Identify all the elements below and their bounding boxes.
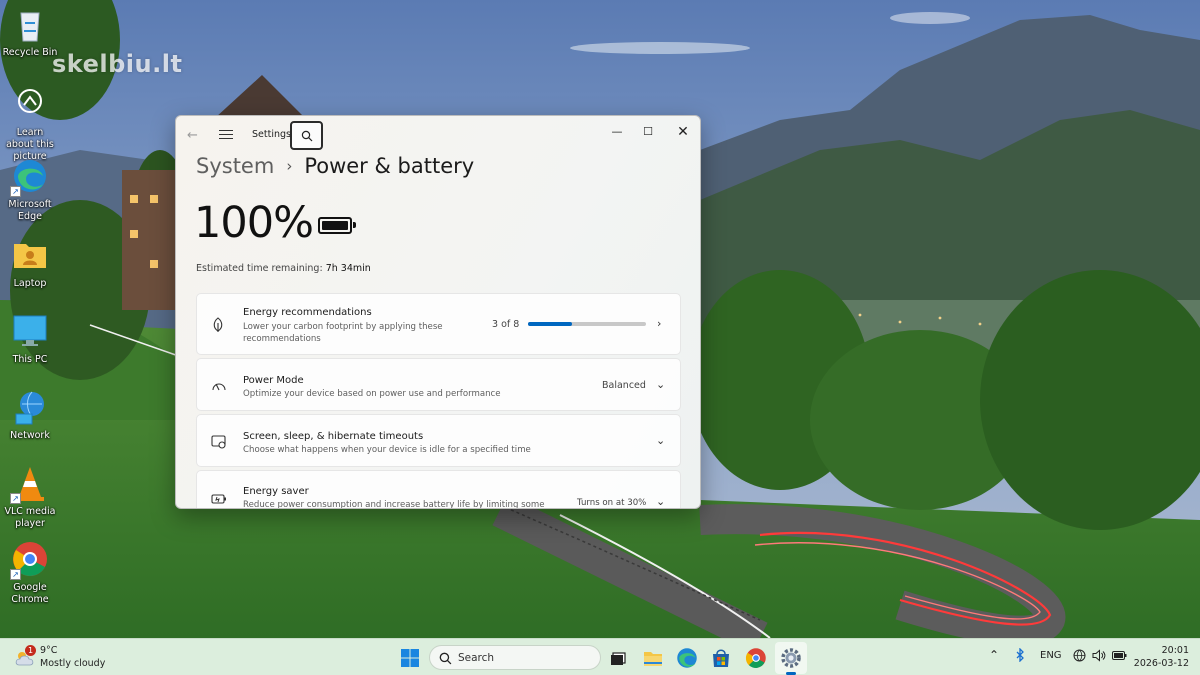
- card-subtitle: Choose what happens when your device is …: [243, 445, 531, 455]
- desktop-icon-label: Google Chrome: [11, 582, 49, 605]
- tray-overflow-chevron-icon[interactable]: ⌃: [989, 648, 999, 662]
- page-title: Power & battery: [304, 154, 475, 178]
- file-explorer-button[interactable]: [640, 645, 666, 671]
- edge-icon: ↗: [10, 157, 50, 197]
- breadcrumb-system[interactable]: System: [196, 154, 274, 178]
- weather-temperature: 9°C: [40, 645, 58, 656]
- clock[interactable]: 20:01 2026-03-12: [1133, 644, 1189, 670]
- chevron-down-icon[interactable]: ⌄: [656, 495, 665, 508]
- chevron-right-icon: ›: [657, 317, 662, 330]
- start-button[interactable]: [397, 645, 423, 671]
- desktop-icon-label: Network: [10, 430, 50, 441]
- microsoft-store-icon: [713, 649, 729, 667]
- desktop-icon-laptop[interactable]: Laptop: [2, 236, 58, 290]
- battery-tray-icon[interactable]: [1112, 651, 1127, 663]
- watermark-text: skelbiu.lt: [52, 50, 183, 78]
- search-placeholder: Search: [458, 652, 495, 664]
- bluetooth-icon[interactable]: [1015, 647, 1025, 665]
- task-view-button[interactable]: [606, 645, 632, 671]
- energy-saver-icon: [211, 494, 226, 504]
- desktop-icon-label: This PC: [12, 354, 48, 365]
- desktop-icon-vlc[interactable]: ↗ VLC media player: [2, 464, 58, 530]
- camera-info-icon: [10, 85, 50, 125]
- chrome-icon: ↗: [10, 540, 50, 580]
- monitor-icon: [10, 312, 50, 352]
- recommendations-progress: [528, 322, 646, 326]
- clock-time: 20:01: [1161, 645, 1189, 656]
- network-globe-icon[interactable]: [1073, 649, 1086, 665]
- network-icon: [10, 388, 50, 428]
- microsoft-store-button[interactable]: [708, 645, 734, 671]
- user-folder-icon: [10, 236, 50, 276]
- desktop-icon-this-pc[interactable]: This PC: [2, 312, 58, 366]
- weather-widget[interactable]: 1 9°C Mostly cloudy: [12, 644, 122, 672]
- back-arrow-icon[interactable]: ←: [187, 128, 198, 143]
- power-mode-icon: [212, 383, 226, 391]
- card-power-mode[interactable]: Power Mode Optimize your device based on…: [196, 358, 681, 411]
- clock-date: 2026-03-12: [1133, 658, 1189, 669]
- title-bar[interactable]: ← Settings — ☐ ✕: [176, 116, 700, 154]
- time-remaining-label: Estimated time remaining:: [196, 263, 323, 274]
- desktop-icon-chrome[interactable]: ↗ Google Chrome: [2, 540, 58, 606]
- close-button[interactable]: ✕: [666, 122, 700, 142]
- hamburger-menu-icon[interactable]: [219, 127, 233, 141]
- recommendations-count: 3 of 8: [492, 319, 520, 330]
- card-energy-saver[interactable]: Energy saver Reduce power consumption an…: [196, 470, 681, 509]
- search-button[interactable]: [290, 121, 323, 150]
- chevron-right-icon: ›: [286, 157, 293, 175]
- card-subtitle: Reduce power consumption and increase ba…: [243, 500, 545, 509]
- chrome-icon: [745, 648, 766, 668]
- card-screen-sleep-timeouts[interactable]: Screen, sleep, & hibernate timeouts Choo…: [196, 414, 681, 467]
- task-view-icon: [611, 652, 626, 665]
- desktop-icon-recycle-bin[interactable]: Recycle Bin: [2, 5, 58, 59]
- chevron-down-icon[interactable]: ⌄: [656, 378, 665, 391]
- settings-taskbar-button[interactable]: [778, 645, 804, 671]
- card-title: Power Mode: [243, 375, 304, 386]
- search-icon: [439, 652, 452, 665]
- leaf-icon: [213, 317, 223, 332]
- card-subtitle: Optimize your device based on power use …: [243, 389, 501, 399]
- breadcrumb: System › Power & battery: [196, 154, 474, 178]
- edge-taskbar-button[interactable]: [674, 645, 700, 671]
- start-icon: [401, 649, 419, 667]
- battery-percent: 100%: [194, 198, 314, 248]
- input-language[interactable]: ENG: [1040, 650, 1062, 661]
- taskbar: 1 9°C Mostly cloudy Search ⌃ ENG 20:01 2…: [0, 638, 1200, 675]
- desktop-icon-network[interactable]: Network: [2, 388, 58, 442]
- edge-icon: [677, 648, 697, 668]
- desktop-icon-label: Recycle Bin: [2, 47, 58, 58]
- search-icon: [301, 130, 313, 142]
- settings-gear-icon: [781, 648, 801, 668]
- weather-condition: Mostly cloudy: [40, 658, 106, 669]
- notification-badge: 1: [25, 645, 36, 656]
- desktop-icon-microsoft-edge[interactable]: ↗ Microsoft Edge: [2, 157, 58, 223]
- chrome-taskbar-button[interactable]: [743, 645, 769, 671]
- recycle-bin-icon: [10, 5, 50, 45]
- vlc-cone-icon: ↗: [10, 464, 50, 504]
- volume-icon[interactable]: [1092, 649, 1106, 665]
- settings-window[interactable]: ← Settings — ☐ ✕ System › Power & battery …: [175, 115, 701, 509]
- card-subtitle: Lower your carbon footprint by applying …: [243, 322, 443, 344]
- minimize-button[interactable]: —: [600, 122, 634, 142]
- desktop-icon-label: VLC media player: [4, 506, 56, 529]
- taskbar-search[interactable]: Search: [429, 645, 601, 670]
- card-title: Energy recommendations: [243, 307, 372, 318]
- battery-icon: [318, 217, 356, 234]
- app-title: Settings: [252, 129, 291, 140]
- card-energy-recommendations[interactable]: Energy recommendations Lower your carbon…: [196, 293, 681, 355]
- desktop-icon-label: Microsoft Edge: [8, 199, 52, 222]
- desktop-icon-label: Laptop: [13, 278, 47, 289]
- desktop-icon-learn-about-picture[interactable]: Learn about this picture: [2, 85, 58, 163]
- energy-saver-value: Turns on at 30%: [577, 498, 647, 508]
- time-remaining: Estimated time remaining: 7h 34min: [196, 263, 371, 274]
- card-title: Energy saver: [243, 486, 309, 497]
- file-explorer-icon: [644, 652, 662, 666]
- power-mode-dropdown-value[interactable]: Balanced: [602, 380, 646, 391]
- chevron-down-icon[interactable]: ⌄: [656, 434, 665, 447]
- time-remaining-value: 7h 34min: [325, 263, 371, 274]
- card-title: Screen, sleep, & hibernate timeouts: [243, 431, 424, 442]
- maximize-button[interactable]: ☐: [631, 122, 665, 142]
- screen-sleep-icon: [211, 435, 226, 449]
